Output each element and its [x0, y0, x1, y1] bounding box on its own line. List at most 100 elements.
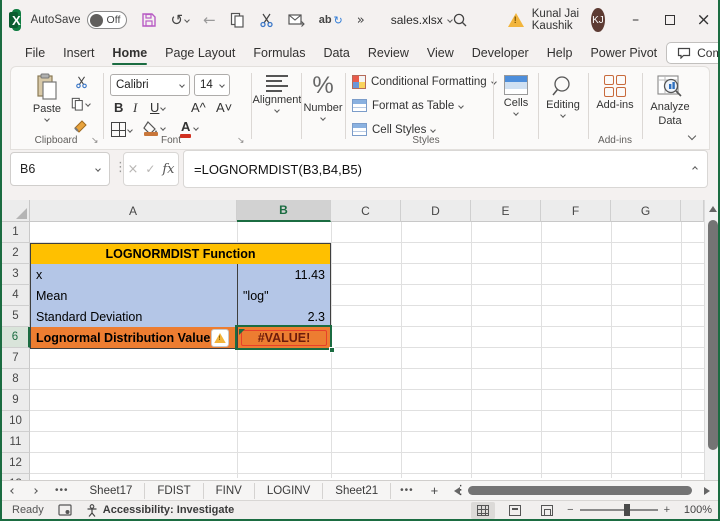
row-header-7[interactable]: 7: [2, 348, 30, 369]
cell-a3[interactable]: x: [30, 264, 238, 286]
analyze-data-button[interactable]: Analyze Data: [647, 75, 693, 127]
paste-button[interactable]: Paste: [25, 73, 69, 122]
underline-button[interactable]: U: [150, 100, 167, 115]
more-sheets-left-icon[interactable]: •••: [46, 485, 78, 496]
zoom-level[interactable]: 100%: [678, 504, 712, 516]
column-header-e[interactable]: E: [471, 200, 541, 222]
alignment-button[interactable]: Alignment: [253, 75, 301, 113]
tab-view[interactable]: View: [418, 42, 463, 64]
row-header-1[interactable]: 1: [2, 222, 30, 243]
editing-button[interactable]: Editing: [542, 75, 584, 118]
tab-help[interactable]: Help: [538, 42, 582, 64]
save-button[interactable]: [141, 12, 157, 28]
cell-b3[interactable]: 11.43: [237, 264, 331, 286]
page-layout-view-button[interactable]: [503, 502, 527, 519]
row-header-4[interactable]: 4: [2, 285, 30, 306]
tab-home[interactable]: Home: [103, 42, 156, 65]
insert-function-icon[interactable]: fx: [162, 162, 174, 177]
maximize-button[interactable]: [653, 3, 687, 37]
comments-button[interactable]: Comments: [666, 42, 718, 64]
row-header-11[interactable]: 11: [2, 432, 30, 453]
tab-file[interactable]: File: [16, 42, 54, 64]
minimize-button[interactable]: –: [619, 3, 653, 37]
clipboard-dialog-launcher-icon[interactable]: ↘: [91, 136, 99, 146]
font-dialog-launcher-icon[interactable]: ↘: [237, 136, 245, 146]
accessibility-status[interactable]: Accessibility: Investigate: [86, 503, 234, 517]
expand-formula-bar-icon[interactable]: [692, 166, 698, 172]
copy-small-button[interactable]: [71, 97, 91, 111]
scroll-up-arrow-icon[interactable]: [709, 206, 717, 212]
qat-overflow-button[interactable]: »: [357, 13, 365, 28]
tab-data[interactable]: Data: [314, 42, 358, 64]
cell-a4[interactable]: Mean: [30, 285, 238, 307]
increase-font-button[interactable]: A^: [191, 100, 206, 115]
account-area[interactable]: Kunal Jai Kaushik KJ: [507, 8, 605, 32]
search-button[interactable]: [452, 12, 468, 28]
column-header-d[interactable]: D: [401, 200, 471, 222]
row-header-2[interactable]: 2: [2, 243, 30, 264]
tab-formulas[interactable]: Formulas: [244, 42, 314, 64]
row-header-3[interactable]: 3: [2, 264, 30, 285]
row-header-12[interactable]: 12: [2, 453, 30, 474]
cancel-icon[interactable]: ×: [127, 162, 138, 177]
cell-a5[interactable]: Standard Deviation: [30, 306, 238, 328]
sheet-tab-finv[interactable]: FINV: [204, 482, 255, 499]
cell-b4[interactable]: "log": [237, 285, 331, 307]
conditional-formatting-button[interactable]: Conditional Formatting: [352, 75, 497, 89]
format-painter-button[interactable]: [73, 119, 88, 134]
autosave-toggle[interactable]: AutoSave Off: [31, 11, 127, 29]
borders-button[interactable]: [111, 122, 133, 137]
cell-a2-title[interactable]: LOGNORMDIST Function: [30, 243, 331, 265]
new-sheet-button[interactable]: +: [423, 483, 447, 498]
active-cell-selection[interactable]: [235, 325, 332, 350]
sheet-tab-sheet17[interactable]: Sheet17: [78, 482, 146, 499]
zoom-in-icon[interactable]: +: [664, 504, 670, 516]
fill-color-button[interactable]: [143, 121, 166, 136]
row-header-5[interactable]: 5: [2, 306, 30, 327]
row-header-6[interactable]: 6: [2, 327, 30, 348]
document-title[interactable]: sales.xlsx: [391, 13, 453, 27]
row-header-9[interactable]: 9: [2, 390, 30, 411]
undo-button[interactable]: ↺: [171, 11, 190, 29]
avatar[interactable]: KJ: [591, 8, 605, 32]
zoom-out-icon[interactable]: −: [567, 504, 573, 516]
cells-button[interactable]: Cells: [498, 75, 534, 116]
horizontal-scrollbar[interactable]: [452, 484, 716, 498]
prev-sheet-button[interactable]: [2, 487, 24, 494]
row-header-10[interactable]: 10: [2, 411, 30, 432]
vertical-scroll-thumb[interactable]: [708, 220, 718, 450]
column-header-partial[interactable]: [681, 200, 704, 222]
format-as-table-button[interactable]: Format as Table: [352, 99, 465, 112]
scroll-right-arrow-icon[interactable]: [704, 487, 710, 495]
tab-developer[interactable]: Developer: [463, 42, 538, 64]
formula-input[interactable]: =LOGNORMDIST(B3,B4,B5): [183, 150, 708, 188]
zoom-thumb[interactable]: [623, 504, 630, 516]
cut-button[interactable]: [259, 12, 274, 28]
cut-small-button[interactable]: [75, 75, 88, 89]
decrease-font-button[interactable]: A˅: [216, 100, 232, 115]
normal-view-button[interactable]: [471, 501, 496, 519]
sheet-tab-sheet21[interactable]: Sheet21: [323, 482, 392, 499]
column-header-g[interactable]: G: [611, 200, 681, 222]
horizontal-scroll-thumb[interactable]: [468, 486, 692, 495]
row-header-8[interactable]: 8: [2, 369, 30, 390]
collapse-ribbon-chevron-icon[interactable]: [687, 131, 697, 141]
fill-handle[interactable]: [329, 347, 335, 353]
font-name-combo[interactable]: Calibri: [110, 74, 190, 96]
tab-review[interactable]: Review: [359, 42, 418, 64]
spelling-button[interactable]: ab ↻: [319, 14, 343, 27]
tab-power-pivot[interactable]: Power Pivot: [581, 42, 666, 64]
bold-button[interactable]: B: [114, 100, 123, 115]
zoom-track[interactable]: [579, 504, 658, 516]
zoom-slider[interactable]: − +: [567, 504, 670, 516]
column-header-b[interactable]: B: [237, 200, 331, 222]
column-header-c[interactable]: C: [331, 200, 401, 222]
column-header-f[interactable]: F: [541, 200, 611, 222]
autosave-switch[interactable]: Off: [86, 11, 127, 29]
italic-button[interactable]: I: [133, 100, 137, 116]
macro-record-icon[interactable]: [58, 504, 72, 516]
page-break-view-button[interactable]: [535, 502, 559, 519]
sheet-tab-loginv[interactable]: LOGINV: [255, 482, 324, 499]
next-sheet-button[interactable]: [24, 487, 46, 494]
sheet-tab-fdist[interactable]: FDIST: [145, 482, 204, 499]
